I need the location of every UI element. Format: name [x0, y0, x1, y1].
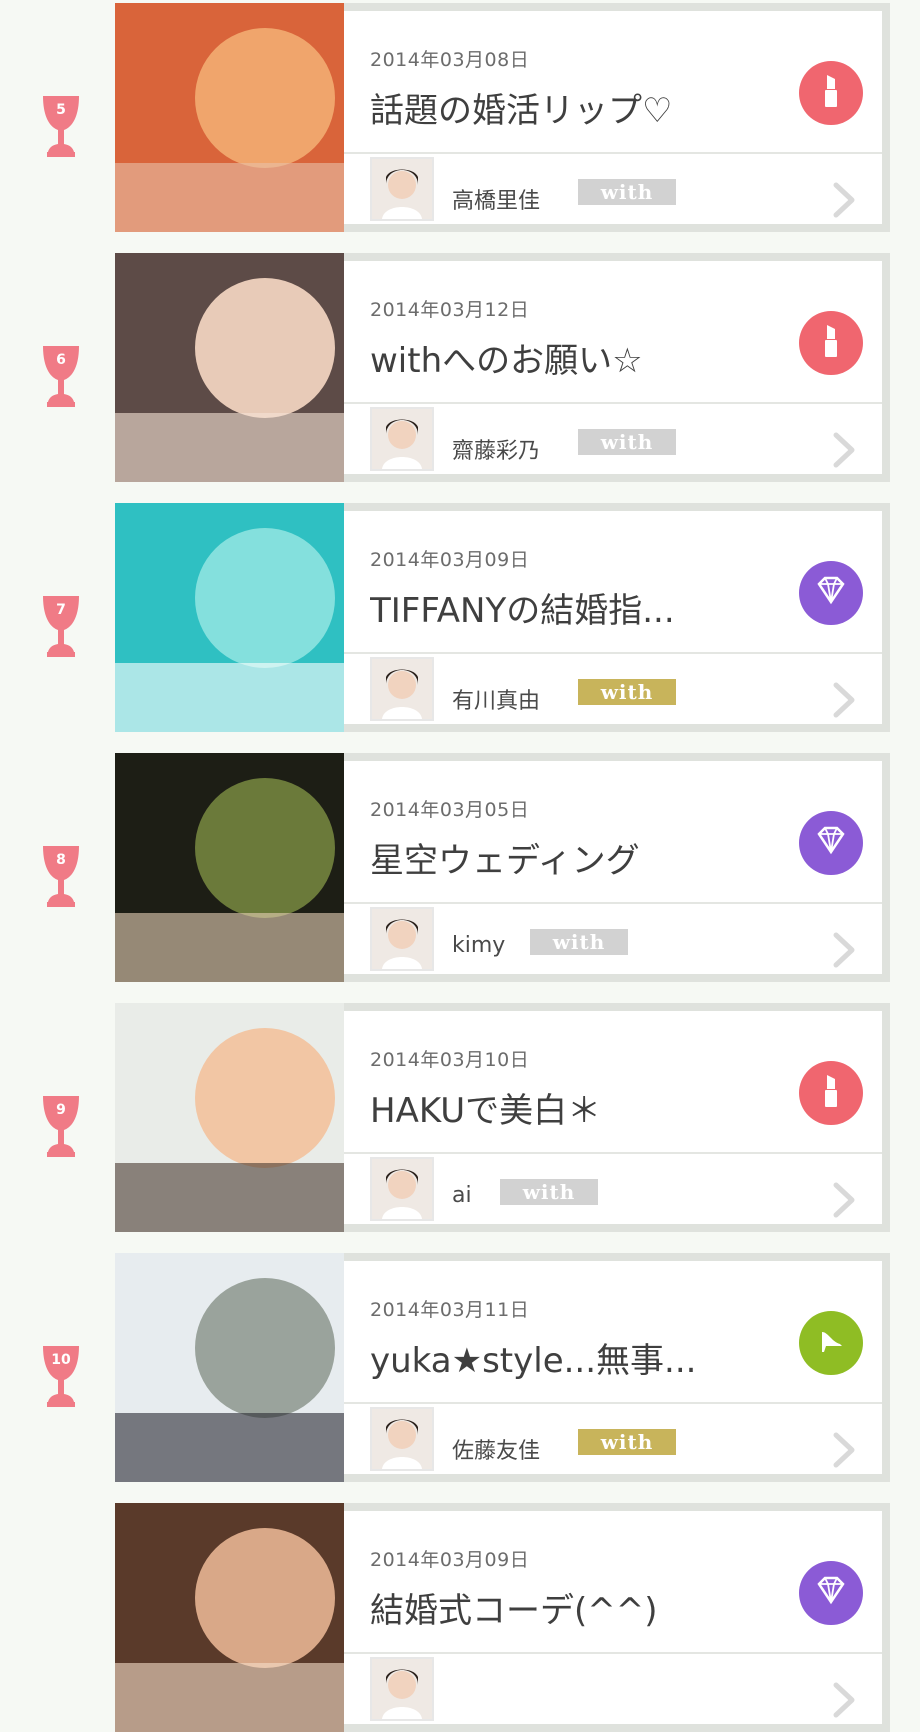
chevron-right-icon[interactable]	[832, 1681, 858, 1719]
chevron-right-icon[interactable]	[832, 931, 858, 969]
avatar[interactable]	[370, 1407, 434, 1471]
post-date: 2014年03月12日	[370, 299, 530, 321]
author-name[interactable]: 齋藤彩乃	[452, 433, 540, 465]
rank-trophy-icon: 5	[42, 94, 80, 158]
rank-trophy-icon: 10	[42, 1344, 80, 1408]
rank-number: 5	[56, 102, 66, 118]
lipstick-icon	[820, 1073, 842, 1113]
with-badge: with	[578, 429, 676, 455]
diamond-icon	[813, 1576, 849, 1610]
rank-number: 9	[56, 1102, 66, 1118]
diamond-icon	[813, 576, 849, 610]
post-title[interactable]: 話題の婚活リップ♡	[370, 83, 800, 132]
post-thumbnail[interactable]	[115, 3, 344, 232]
post-title[interactable]: 結婚式コーデ(^^)	[370, 1583, 800, 1632]
with-badge: with	[578, 179, 676, 205]
with-badge: with	[578, 1429, 676, 1455]
ranking-item[interactable]: 6 2014年03月12日 withへのお願い☆ 齋藤彩乃 with	[0, 250, 920, 482]
avatar[interactable]	[370, 157, 434, 221]
ranking-item[interactable]: 8 2014年03月05日 星空ウェディング kimy with	[0, 750, 920, 982]
card-divider	[344, 652, 882, 654]
post-date: 2014年03月05日	[370, 799, 530, 821]
card-divider	[344, 402, 882, 404]
category-lipstick-icon	[799, 1061, 863, 1125]
rank-trophy-icon: 7	[42, 594, 80, 658]
chevron-right-icon[interactable]	[832, 1181, 858, 1219]
post-card[interactable]: 2014年03月10日 HAKUで美白＊ ai with	[344, 1003, 890, 1232]
ranking-item[interactable]: 7 2014年03月09日 TIFFANYの結婚指... 有川真由 with	[0, 500, 920, 732]
category-shoe-icon	[799, 1311, 863, 1375]
post-thumbnail[interactable]	[115, 253, 344, 482]
post-date: 2014年03月09日	[370, 1549, 530, 1571]
category-diamond-icon	[799, 1561, 863, 1625]
rank-number: 6	[56, 352, 66, 368]
post-thumbnail[interactable]	[115, 1503, 344, 1732]
author-name[interactable]: kimy	[452, 933, 505, 958]
with-badge: with	[578, 679, 676, 705]
rank-trophy-icon: 9	[42, 1094, 80, 1158]
with-badge: with	[530, 929, 628, 955]
avatar[interactable]	[370, 407, 434, 471]
card-divider	[344, 152, 882, 154]
category-diamond-icon	[799, 561, 863, 625]
post-date: 2014年03月11日	[370, 1299, 530, 1321]
ranking-item[interactable]: 2014年03月09日 結婚式コーデ(^^)	[0, 1500, 920, 1732]
chevron-right-icon[interactable]	[832, 431, 858, 469]
avatar[interactable]	[370, 1157, 434, 1221]
post-title[interactable]: HAKUで美白＊	[370, 1083, 800, 1132]
post-thumbnail[interactable]	[115, 1253, 344, 1482]
ranking-item[interactable]: 9 2014年03月10日 HAKUで美白＊ ai with	[0, 1000, 920, 1232]
post-thumbnail[interactable]	[115, 503, 344, 732]
post-card[interactable]: 2014年03月11日 yuka★style...無事... 佐藤友佳 with	[344, 1253, 890, 1482]
category-diamond-icon	[799, 811, 863, 875]
ranking-item[interactable]: 10 2014年03月11日 yuka★style...無事... 佐藤友佳 w…	[0, 1250, 920, 1482]
diamond-icon	[813, 826, 849, 860]
author-name[interactable]: ai	[452, 1183, 472, 1208]
author-name[interactable]: 佐藤友佳	[452, 1433, 540, 1465]
post-date: 2014年03月09日	[370, 549, 530, 571]
post-date: 2014年03月10日	[370, 1049, 530, 1071]
post-thumbnail[interactable]	[115, 1003, 344, 1232]
post-card[interactable]: 2014年03月09日 TIFFANYの結婚指... 有川真由 with	[344, 503, 890, 732]
category-lipstick-icon	[799, 61, 863, 125]
post-card[interactable]: 2014年03月09日 結婚式コーデ(^^)	[344, 1503, 890, 1732]
rank-trophy-icon: 6	[42, 344, 80, 408]
ranking-item[interactable]: 5 2014年03月08日 話題の婚活リップ♡ 高橋里佳 with	[0, 0, 920, 232]
card-divider	[344, 902, 882, 904]
avatar[interactable]	[370, 657, 434, 721]
rank-trophy-icon: 8	[42, 844, 80, 908]
chevron-right-icon[interactable]	[832, 181, 858, 219]
lipstick-icon	[820, 323, 842, 363]
post-card[interactable]: 2014年03月08日 話題の婚活リップ♡ 高橋里佳 with	[344, 3, 890, 232]
rank-number: 7	[56, 602, 66, 618]
post-title[interactable]: withへのお願い☆	[370, 333, 800, 382]
post-date: 2014年03月08日	[370, 49, 530, 71]
category-lipstick-icon	[799, 311, 863, 375]
chevron-right-icon[interactable]	[832, 1431, 858, 1469]
card-divider	[344, 1402, 882, 1404]
post-card[interactable]: 2014年03月05日 星空ウェディング kimy with	[344, 753, 890, 982]
chevron-right-icon[interactable]	[832, 681, 858, 719]
post-title[interactable]: 星空ウェディング	[370, 833, 800, 882]
shoe-icon	[814, 1324, 848, 1362]
post-thumbnail[interactable]	[115, 753, 344, 982]
avatar[interactable]	[370, 1657, 434, 1721]
post-card[interactable]: 2014年03月12日 withへのお願い☆ 齋藤彩乃 with	[344, 253, 890, 482]
avatar[interactable]	[370, 907, 434, 971]
author-name[interactable]: 有川真由	[452, 683, 540, 715]
author-name[interactable]: 高橋里佳	[452, 183, 540, 215]
rank-number: 8	[56, 852, 66, 868]
rank-number: 10	[51, 1352, 71, 1368]
with-badge: with	[500, 1179, 598, 1205]
lipstick-icon	[820, 73, 842, 113]
post-title[interactable]: TIFFANYの結婚指...	[370, 583, 800, 632]
post-title[interactable]: yuka★style...無事...	[370, 1333, 800, 1382]
card-divider	[344, 1152, 882, 1154]
card-divider	[344, 1652, 882, 1654]
